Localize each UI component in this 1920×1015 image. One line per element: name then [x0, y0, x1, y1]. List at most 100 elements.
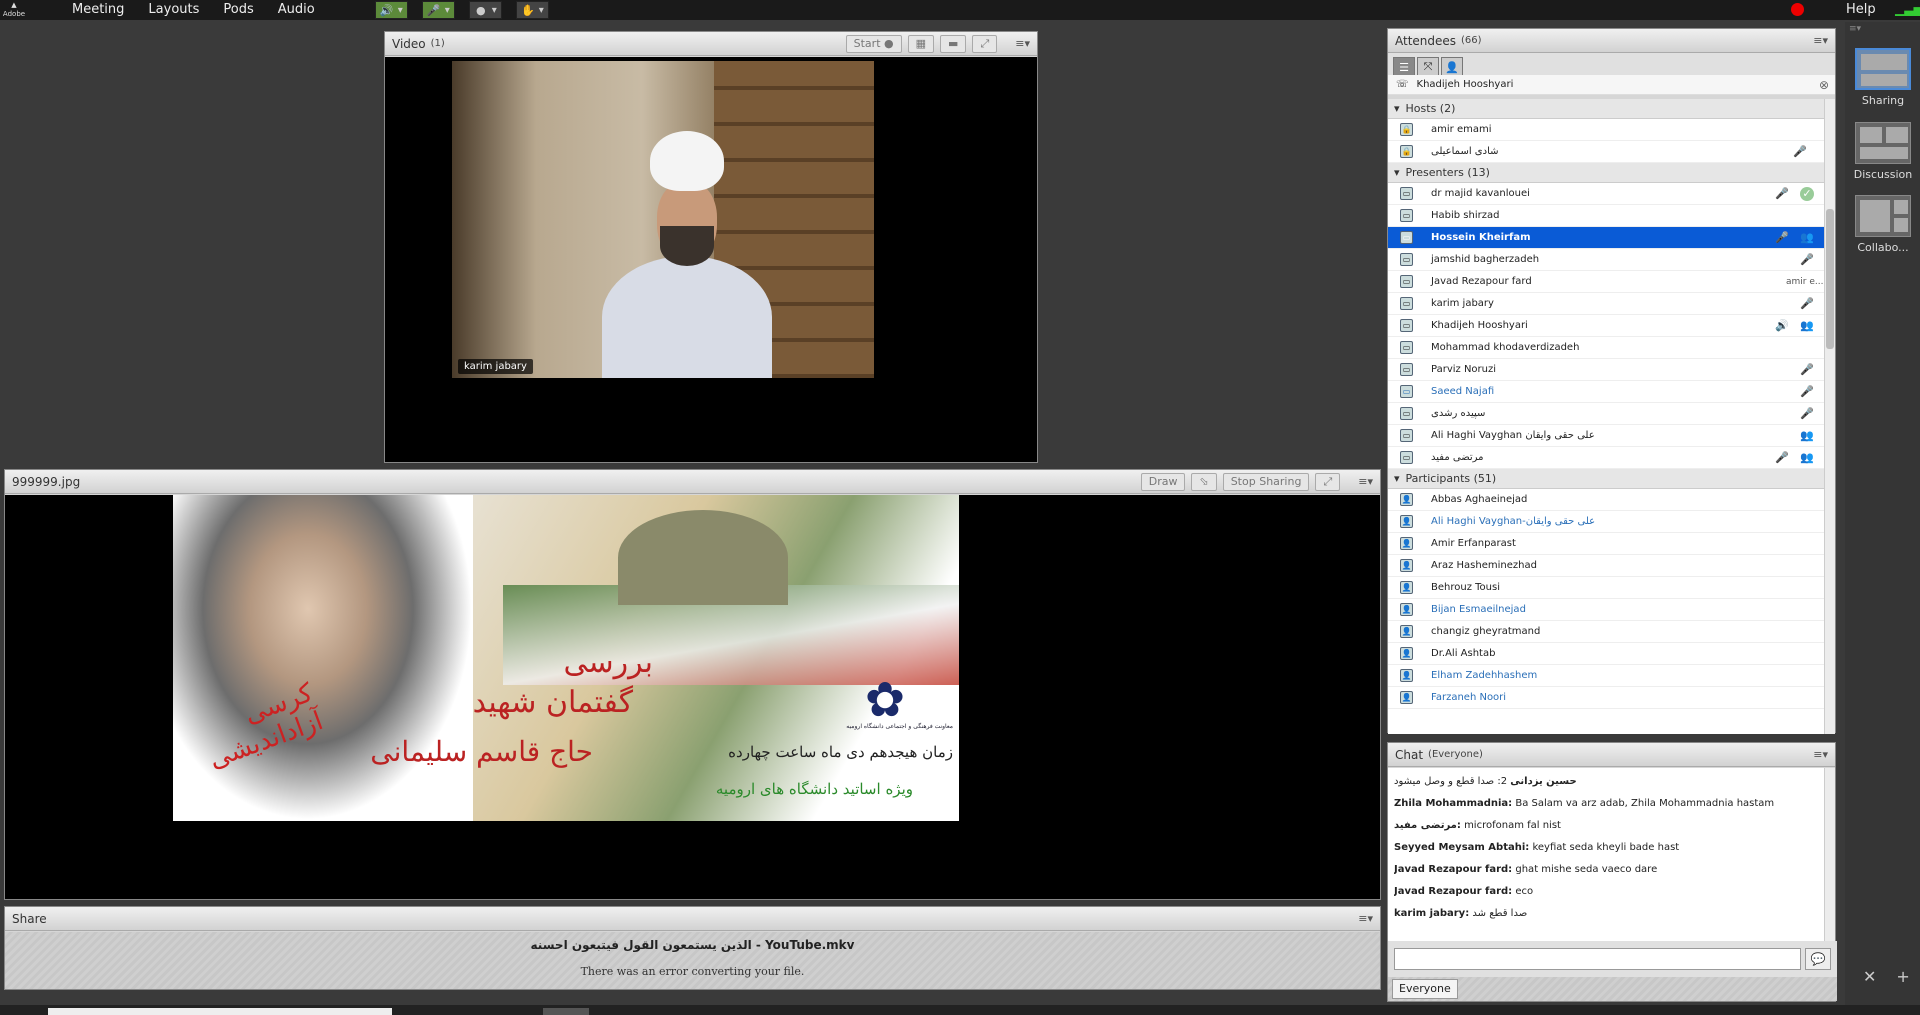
- chat-scope: (Everyone): [1428, 749, 1483, 760]
- send-message-icon[interactable]: 💬: [1805, 948, 1831, 970]
- presenter-icon: ▭: [1400, 341, 1413, 354]
- chat-scrollbar[interactable]: [1824, 768, 1835, 941]
- taskbar-item[interactable]: [543, 1008, 589, 1015]
- pod-title: Attendees: [1395, 33, 1457, 48]
- mic-off-icon: 🎤: [1793, 144, 1807, 158]
- list-item[interactable]: 👤 Bijan Esmaeilnejad: [1388, 599, 1824, 621]
- adobe-logo: ▲ Adobe: [2, 1, 26, 18]
- list-item[interactable]: 👤 Behrouz Tousi: [1388, 577, 1824, 599]
- grid-view-icon[interactable]: ▦: [907, 34, 935, 53]
- filmstrip-view-icon[interactable]: ▬: [940, 34, 967, 53]
- participant-icon: 👤: [1400, 581, 1413, 594]
- presenter-icon: ▭: [1400, 253, 1413, 266]
- mic-off-icon: 🎤: [1775, 450, 1789, 464]
- share-content: الذين يستمعون القول فيتبعون احسنه - YouT…: [5, 932, 1380, 989]
- draw-button[interactable]: Draw: [1140, 472, 1186, 491]
- webcam-icon: ●: [884, 37, 894, 50]
- taskbar-item[interactable]: [48, 1008, 392, 1015]
- list-item[interactable]: 🔒 amir emami: [1388, 119, 1824, 141]
- webcam-button[interactable]: ● ▾: [468, 1, 502, 19]
- layout-collaboration[interactable]: Collabo...: [1853, 195, 1913, 254]
- list-item[interactable]: ▭ Saeed Najafi 🎤: [1388, 381, 1824, 403]
- participants-group[interactable]: ▾ Participants (51): [1388, 469, 1824, 489]
- menu-audio[interactable]: Audio: [266, 0, 327, 20]
- breakout-view-icon[interactable]: ⤧: [1417, 57, 1439, 77]
- hosts-group[interactable]: ▾ Hosts (2): [1388, 99, 1824, 119]
- status-view-icon[interactable]: 👤: [1441, 57, 1463, 77]
- list-item[interactable]: 👤 Ali Haghi Vayghan-علی حقی وایقان: [1388, 511, 1824, 533]
- mic-off-icon: 🎤: [1800, 406, 1814, 420]
- list-item[interactable]: 👤 Amir Erfanparast: [1388, 533, 1824, 555]
- menu-help[interactable]: Help: [1846, 0, 1876, 20]
- mic-off-icon: 🎤: [1775, 230, 1789, 244]
- list-item[interactable]: ▭ سپیده رشدی 🎤: [1388, 403, 1824, 425]
- list-item[interactable]: ▭ dr majid kavanlouei 🎤 ✓: [1388, 183, 1824, 205]
- layouts-menu-icon[interactable]: ≡▾: [1845, 22, 1920, 36]
- video-pod: Video (1) Start ● ▦ ▬ ⤢ ≡▾ karim jabary: [384, 31, 1038, 463]
- presenter-icon: ▭: [1400, 275, 1413, 288]
- list-item[interactable]: ▭ Mohammad khodaverdizadeh: [1388, 337, 1824, 359]
- list-item[interactable]: 👤 changiz gheyratmand: [1388, 621, 1824, 643]
- list-item[interactable]: 👤 Dr.Ali Ashtab: [1388, 643, 1824, 665]
- list-item[interactable]: ▭ Javad Rezapour fard: [1388, 271, 1824, 293]
- pointer-icon[interactable]: ⬂: [1191, 472, 1217, 491]
- video-feed: karim jabary: [385, 57, 1037, 462]
- raise-hand-button[interactable]: ✋ ▾: [515, 1, 549, 19]
- scroll-thumb[interactable]: [1826, 209, 1834, 349]
- speaker-person: [602, 131, 772, 378]
- microphone-icon: 🎤: [426, 3, 441, 17]
- chat-message: Seyyed Meysam Abtahi: keyfiat seda kheyl…: [1394, 842, 1680, 853]
- list-item[interactable]: ▭ Khadijeh Hooshyari 🔊 👥: [1388, 315, 1824, 337]
- list-item[interactable]: 👤 Abbas Aghaeinejad: [1388, 489, 1824, 511]
- list-item[interactable]: ▭ Ali Haghi Vayghan علی حقی وایقان 👥: [1388, 425, 1824, 447]
- video-pod-header: Video (1) Start ● ▦ ▬ ⤢ ≡▾: [385, 32, 1037, 56]
- pod-menu-icon[interactable]: ≡▾: [1015, 37, 1030, 50]
- list-view-icon[interactable]: ☰: [1393, 57, 1415, 77]
- menu-layouts[interactable]: Layouts: [136, 0, 211, 20]
- microphone-button[interactable]: 🎤 ▾: [421, 1, 455, 19]
- list-item[interactable]: ▭ karim jabary 🎤: [1388, 293, 1824, 315]
- pod-menu-icon[interactable]: ≡▾: [1813, 34, 1828, 47]
- fullscreen-icon[interactable]: ⤢: [1315, 472, 1341, 491]
- presenters-group[interactable]: ▾ Presenters (13): [1388, 163, 1824, 183]
- list-item[interactable]: 👤 Farzaneh Noori: [1388, 687, 1824, 709]
- record-indicator[interactable]: [1791, 3, 1804, 16]
- add-icon[interactable]: +: [1896, 967, 1909, 986]
- speaker-button[interactable]: 🔊 ▾: [374, 1, 408, 19]
- triangle-down-icon: ▾: [1394, 472, 1400, 485]
- drag-tooltip: amir e...: [1786, 277, 1824, 287]
- list-item[interactable]: ▭ Parviz Noruzi 🎤: [1388, 359, 1824, 381]
- layout-sharing[interactable]: Sharing: [1853, 48, 1913, 107]
- attendee-scrollbar[interactable]: [1824, 99, 1835, 734]
- stop-sharing-button[interactable]: Stop Sharing: [1222, 472, 1310, 491]
- pod-title: 999999.jpg: [12, 474, 81, 489]
- presenter-icon: ▭: [1400, 407, 1413, 420]
- close-icon[interactable]: ✕: [1863, 967, 1876, 986]
- share-image-header: 999999.jpg Draw ⬂ Stop Sharing ⤢ ≡▾: [5, 470, 1380, 494]
- fullscreen-icon[interactable]: ⤢: [972, 34, 998, 53]
- chat-message: مرتضی مفید: microfonam fal nist: [1394, 820, 1561, 831]
- menu-meeting[interactable]: Meeting: [60, 0, 136, 20]
- participant-icon: 👤: [1400, 691, 1413, 704]
- list-item[interactable]: ▭ مرتضی مفید 🎤 👥: [1388, 447, 1824, 469]
- pod-menu-icon[interactable]: ≡▾: [1813, 748, 1828, 761]
- chat-everyone-tab[interactable]: Everyone: [1392, 979, 1458, 999]
- webcam-icon: 👥: [1800, 230, 1814, 244]
- share-image-pod: 999999.jpg Draw ⬂ Stop Sharing ⤢ ≡▾ ✿ بر…: [4, 469, 1381, 900]
- start-webcam-button[interactable]: Start ●: [845, 34, 902, 53]
- pod-menu-icon[interactable]: ≡▾: [1358, 912, 1373, 925]
- list-item[interactable]: 🔒 شادی اسماعیلی 🎤: [1388, 141, 1824, 163]
- chat-input[interactable]: [1394, 948, 1802, 970]
- chat-compose: 💬: [1388, 941, 1837, 977]
- list-item[interactable]: ▭ jamshid bagherzadeh 🎤: [1388, 249, 1824, 271]
- list-item[interactable]: ▭ Habib shirzad: [1388, 205, 1824, 227]
- list-item[interactable]: 👤 Elham Zadehhashem: [1388, 665, 1824, 687]
- list-item-selected[interactable]: ▭ Hossein Kheirfam 🎤 👥: [1388, 227, 1824, 249]
- list-item[interactable]: 👤 Araz Hasheminezhad: [1388, 555, 1824, 577]
- chat-pod: Chat (Everyone) ≡▾ حسین یزدانی 2: صدا قط…: [1387, 742, 1837, 1002]
- pod-menu-icon[interactable]: ≡▾: [1358, 475, 1373, 488]
- university-logo-icon: ✿: [864, 672, 906, 728]
- close-icon[interactable]: ⊗: [1819, 78, 1829, 92]
- layout-discussion[interactable]: Discussion: [1853, 122, 1913, 181]
- menu-pods[interactable]: Pods: [211, 0, 265, 20]
